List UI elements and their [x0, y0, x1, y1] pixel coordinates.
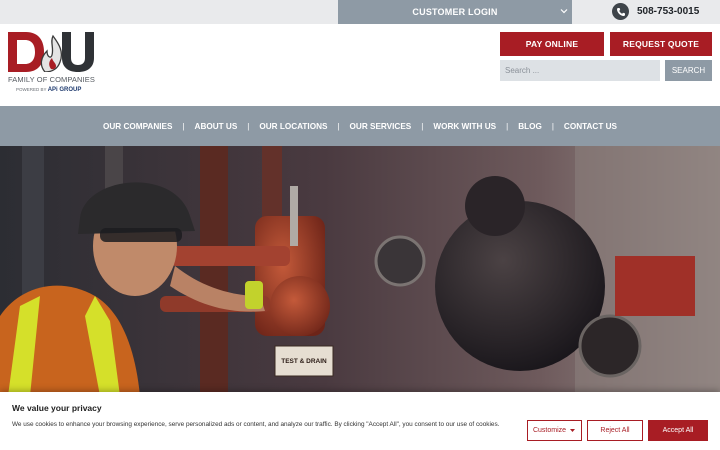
chevron-down-icon — [560, 9, 568, 14]
powered-by-prefix: POWERED BY — [16, 87, 47, 92]
top-bar: CUSTOMER LOGIN 508-753-0015 — [0, 0, 720, 24]
pay-online-button[interactable]: PAY ONLINE — [500, 32, 604, 56]
nav-item-our-locations[interactable]: OUR LOCATIONS — [249, 122, 337, 131]
logo-monogram-icon — [8, 32, 94, 72]
customer-login-dropdown[interactable]: CUSTOMER LOGIN — [338, 0, 572, 24]
nav-item-our-companies[interactable]: OUR COMPANIES — [93, 122, 182, 131]
customer-login-label: CUSTOMER LOGIN — [412, 7, 498, 17]
logo-tagline: FAMILY OF COMPANIES — [8, 75, 95, 84]
cookie-title: We value your privacy — [12, 403, 102, 413]
company-logo[interactable]: FAMILY OF COMPANIES POWERED BY APi GROUP — [8, 32, 98, 98]
main-nav: OUR COMPANIES | ABOUT US | OUR LOCATIONS… — [0, 106, 720, 146]
phone-link[interactable]: 508-753-0015 — [612, 3, 699, 20]
reject-all-button[interactable]: Reject All — [587, 420, 643, 441]
hero-sign-text: TEST & DRAIN — [281, 358, 327, 365]
request-quote-button[interactable]: REQUEST QUOTE — [610, 32, 712, 56]
nav-item-about-us[interactable]: ABOUT US — [185, 122, 248, 131]
nav-item-work-with-us[interactable]: WORK WITH US — [423, 122, 506, 131]
nav-item-blog[interactable]: BLOG — [508, 122, 552, 131]
cookie-consent-banner: We value your privacy We use cookies to … — [0, 392, 720, 450]
powered-by-brand: APi GROUP — [47, 87, 82, 93]
phone-icon — [612, 3, 629, 20]
logo-powered-by: POWERED BY APi GROUP — [8, 87, 98, 93]
customize-button[interactable]: Customize — [527, 420, 582, 441]
customize-label: Customize — [532, 427, 567, 434]
nav-item-our-services[interactable]: OUR SERVICES — [340, 122, 422, 131]
accept-all-button[interactable]: Accept All — [648, 420, 708, 441]
site-header: FAMILY OF COMPANIES POWERED BY APi GROUP… — [0, 24, 720, 106]
logo-mark — [8, 32, 98, 72]
search-input[interactable] — [500, 60, 660, 81]
caret-down-icon — [570, 429, 576, 432]
hero-image: TEST & DRAIN — [0, 146, 720, 396]
hero-photo — [0, 146, 720, 396]
nav-item-contact-us[interactable]: CONTACT US — [554, 122, 627, 131]
cookie-text: We use cookies to enhance your browsing … — [12, 421, 500, 428]
phone-number[interactable]: 508-753-0015 — [637, 6, 699, 17]
search-button[interactable]: SEARCH — [665, 60, 712, 81]
